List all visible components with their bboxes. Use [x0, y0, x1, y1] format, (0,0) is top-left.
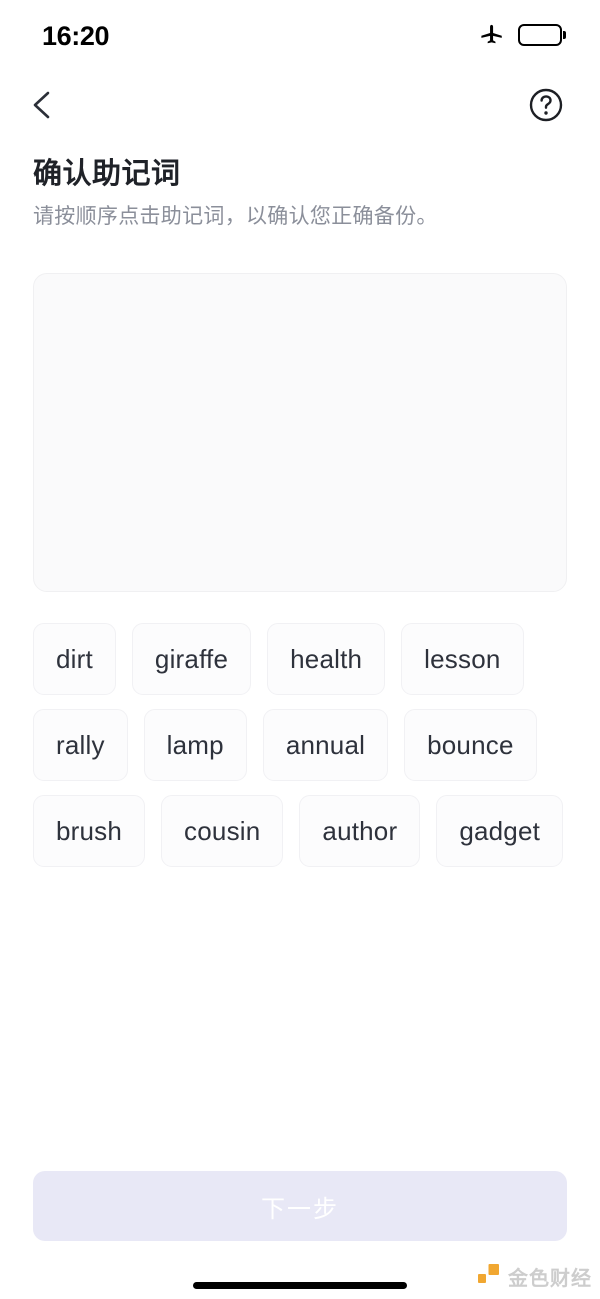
selected-words-area[interactable]: [33, 273, 567, 592]
page-title: 确认助记词: [33, 158, 181, 190]
help-button[interactable]: [526, 86, 566, 126]
airplane-mode-icon: [479, 20, 505, 51]
header-block: 确认助记词 请按顺序点击助记词，以确认您正确备份。: [33, 155, 573, 233]
word-chip[interactable]: rally: [33, 709, 128, 781]
next-button[interactable]: 下一步: [33, 1171, 567, 1241]
word-pool: dirt giraffe health lesson rally lamp annual bo…: [33, 623, 567, 867]
navigation-bar: [0, 78, 600, 134]
selected-words-list: [34, 274, 566, 306]
word-chip[interactable]: author: [299, 795, 421, 867]
help-circle-icon: [528, 87, 564, 126]
word-chip[interactable]: lamp: [143, 709, 247, 781]
word-chip[interactable]: giraffe: [131, 623, 252, 695]
status-bar-indicators: [479, 20, 562, 51]
chevron-left-icon: [29, 89, 55, 124]
word-chip[interactable]: dirt: [33, 623, 116, 695]
status-bar-time: 16:20: [42, 20, 110, 51]
page-subtitle: 请按顺序点击助记词，以确认您正确备份。: [33, 205, 438, 229]
word-chip[interactable]: gadget: [436, 795, 564, 867]
home-indicator: [193, 1282, 407, 1289]
back-button[interactable]: [18, 82, 66, 130]
watermark-logo-icon: [477, 1262, 501, 1291]
word-chip[interactable]: brush: [33, 795, 146, 867]
word-chip[interactable]: lesson: [401, 623, 524, 695]
word-chip[interactable]: annual: [262, 709, 389, 781]
word-chip[interactable]: bounce: [404, 709, 537, 781]
status-bar: 16:20: [0, 0, 600, 70]
watermark-text: 金色财经: [508, 1268, 592, 1290]
word-chip[interactable]: cousin: [161, 795, 284, 867]
word-chip[interactable]: health: [267, 623, 386, 695]
battery-icon: [518, 24, 562, 46]
watermark: 金色财经: [477, 1262, 592, 1291]
